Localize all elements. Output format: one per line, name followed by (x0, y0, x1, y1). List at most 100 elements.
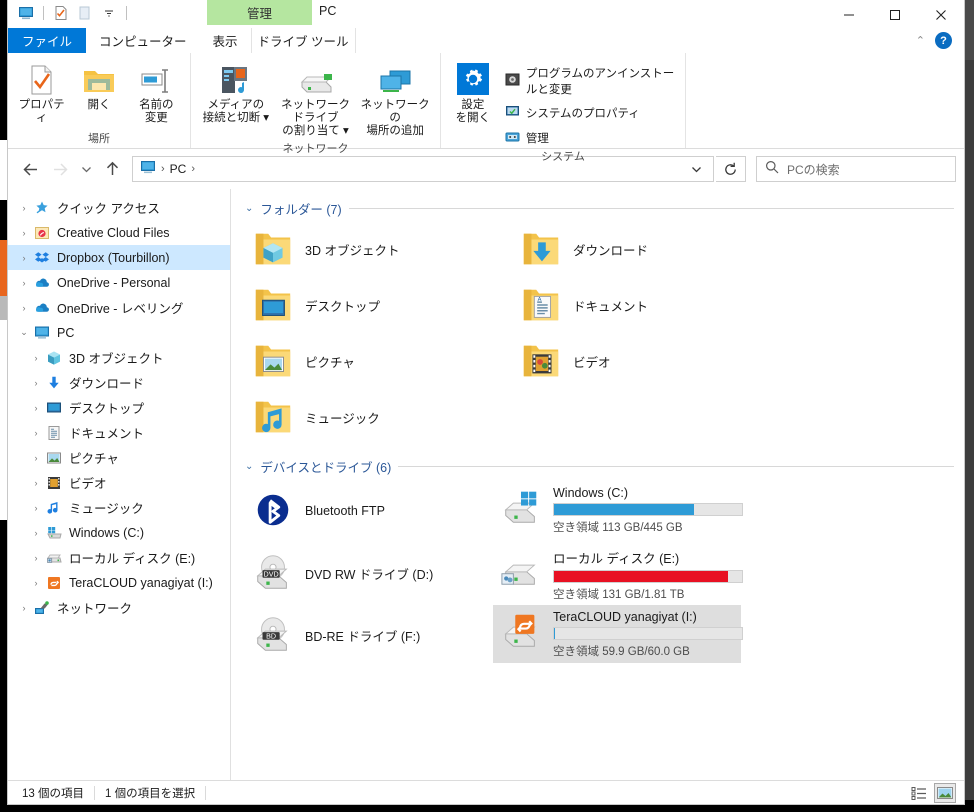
group-header-folders[interactable]: ⌄ フォルダー (7) (245, 197, 954, 219)
ribbon-group-network-label: ネットワーク (282, 143, 349, 155)
nav-tree-item[interactable]: › 3D オブジェクト (8, 345, 230, 370)
refresh-button[interactable] (716, 156, 746, 182)
close-button[interactable] (918, 0, 964, 29)
recent-locations-button[interactable] (76, 156, 96, 182)
chevron-right-icon[interactable]: › (28, 375, 44, 391)
nav-tree-item[interactable]: › ローカル ディスク (E:) (8, 545, 230, 570)
nav-tree-item[interactable]: › ビデオ (8, 470, 230, 495)
properties-button[interactable]: プロパティ (14, 59, 69, 128)
nav-tree-item[interactable]: › ドキュメント (8, 420, 230, 445)
properties-label: プロパティ (18, 99, 65, 124)
nav-tree-item[interactable]: › ピクチャ (8, 445, 230, 470)
chevron-right-icon[interactable]: › (16, 250, 32, 266)
help-button[interactable]: ? (935, 32, 952, 49)
folder-tile[interactable]: ダウンロード (513, 223, 781, 275)
map-line1: ネットワーク ドライブ (281, 99, 350, 124)
large-icons-view-button[interactable] (934, 783, 956, 803)
nav-tree-item-label: 3D オブジェクト (69, 352, 164, 366)
chevron-right-icon[interactable]: › (28, 500, 44, 516)
properties-icon[interactable] (51, 3, 71, 23)
device-tile[interactable]: Windows (C:) 空き領域 113 GB/445 GB (493, 481, 743, 539)
chevron-right-icon[interactable]: › (28, 475, 44, 491)
folder-tile[interactable]: A ドキュメント (513, 279, 781, 331)
chevron-right-icon[interactable]: › (16, 300, 32, 316)
tab-view[interactable]: 表示 (200, 28, 251, 53)
device-tile[interactable]: TeraCLOUD yanagiyat (I:) 空き領域 59.9 GB/60.… (493, 605, 743, 663)
map-network-drive-button[interactable]: ネットワーク ドライブ の割り当て ▾ (277, 59, 355, 141)
tab-file[interactable]: ファイル (8, 28, 87, 53)
open-button[interactable]: 開く (71, 59, 126, 115)
chevron-right-icon[interactable]: › (28, 525, 44, 541)
tab-drive-tools[interactable]: ドライブ ツール (250, 28, 356, 53)
group-header-devices[interactable]: ⌄ デバイスとドライブ (6) (245, 455, 954, 477)
device-tile[interactable]: BD BD-RE ドライブ (F:) (245, 605, 493, 663)
capacity-bar (553, 627, 743, 640)
forward-button[interactable] (46, 156, 74, 182)
nav-tree-item[interactable]: › ネットワーク (8, 595, 230, 620)
chevron-right-icon[interactable]: › (16, 275, 32, 291)
chevron-right-icon[interactable]: › (28, 450, 44, 466)
address-dropdown-icon[interactable] (683, 156, 709, 182)
nav-tree-item-label: ダウンロード (69, 377, 145, 391)
new-folder-icon[interactable] (75, 3, 95, 23)
chevron-right-icon[interactable]: › (28, 550, 44, 566)
device-tiles: Bluetooth FTP Windows (C:) 空き領域 113 GB/445… (245, 481, 954, 667)
folder-tile[interactable]: ミュージック (245, 391, 513, 443)
breadcrumb-separator-1[interactable]: › (189, 163, 197, 175)
minimize-button[interactable] (826, 0, 872, 29)
folder-tile[interactable]: ピクチャ (245, 335, 513, 387)
details-view-button[interactable] (908, 783, 930, 803)
folder-tile[interactable]: ビデオ (513, 335, 781, 387)
media-connect-button[interactable]: メディアの 接続と切断 ▾ (197, 59, 275, 128)
breadcrumb-item-pc[interactable]: PC (167, 158, 190, 180)
breadcrumb-root[interactable] (137, 158, 159, 180)
customize-dropdown-icon[interactable] (99, 3, 119, 23)
this-pc-icon[interactable] (16, 3, 36, 23)
nav-tree-item[interactable]: › Windows (C:) (8, 520, 230, 545)
tab-computer[interactable]: コンピューター (86, 28, 200, 53)
chevron-right-icon[interactable]: › (16, 200, 32, 216)
breadcrumb-separator-0[interactable]: › (159, 163, 167, 175)
chevron-down-icon[interactable]: ⌄ (245, 203, 253, 214)
open-settings-button[interactable]: 設定 を開く (447, 59, 499, 128)
chevron-right-icon[interactable]: › (28, 425, 44, 441)
nav-tree-item[interactable]: › ミュージック (8, 495, 230, 520)
nav-tree-item[interactable]: › Dropbox (Tourbillon) (8, 245, 230, 270)
nav-tree-item[interactable]: › デスクトップ (8, 395, 230, 420)
folder-tile-label: デスクトップ (305, 299, 381, 314)
folder-tile[interactable]: デスクトップ (245, 279, 513, 331)
device-tile-label: ローカル ディスク (E:) (553, 552, 680, 566)
search-input[interactable]: PCの検索 (787, 161, 840, 178)
uninstall-program-button[interactable]: プログラムのアンインストールと変更 (501, 63, 679, 99)
ribbon-group-location-label: 場所 (88, 133, 110, 145)
nav-tree-item[interactable]: › OneDrive - レベリング (8, 295, 230, 320)
add-network-location-button[interactable]: ネットワークの 場所の追加 (356, 59, 434, 141)
maximize-button[interactable] (872, 0, 918, 29)
nav-tree-item[interactable]: › OneDrive - Personal (8, 270, 230, 295)
search-box[interactable]: PCの検索 (756, 156, 956, 182)
chevron-right-icon[interactable]: › (16, 600, 32, 616)
manage-button[interactable]: 管理 (501, 127, 679, 149)
chevron-right-icon[interactable]: › (28, 350, 44, 366)
folder-music-icon (251, 395, 295, 439)
nav-tree-item[interactable]: ⌄ PC (8, 320, 230, 345)
back-button[interactable] (16, 156, 44, 182)
chevron-down-icon[interactable]: ⌄ (16, 325, 32, 341)
folder-tile[interactable]: 3D オブジェクト (245, 223, 513, 275)
collapse-ribbon-icon[interactable]: ⌃ (916, 34, 925, 47)
chevron-right-icon[interactable]: › (16, 225, 32, 241)
rename-button[interactable]: 名前の 変更 (129, 59, 184, 128)
chevron-right-icon[interactable]: › (28, 575, 44, 591)
nav-tree-item[interactable]: › TeraCLOUD yanagiyat (I:) (8, 570, 230, 595)
nav-tree-item[interactable]: › Creative Cloud Files (8, 220, 230, 245)
nav-tree-item[interactable]: › ダウンロード (8, 370, 230, 395)
nav-tree-item[interactable]: › クイック アクセス (8, 195, 230, 220)
chevron-down-icon[interactable]: ⌄ (245, 461, 253, 472)
device-tile[interactable]: Bluetooth FTP (245, 481, 493, 539)
open-label: 開く (87, 99, 111, 111)
chevron-right-icon[interactable]: › (28, 400, 44, 416)
device-tile[interactable]: ローカル ディスク (E:) 空き領域 131 GB/1.81 TB (493, 543, 743, 601)
up-button[interactable] (98, 156, 126, 182)
system-properties-button[interactable]: システムのプロパティ (501, 102, 679, 124)
device-tile[interactable]: DVD DVD RW ドライブ (D:) (245, 543, 493, 601)
